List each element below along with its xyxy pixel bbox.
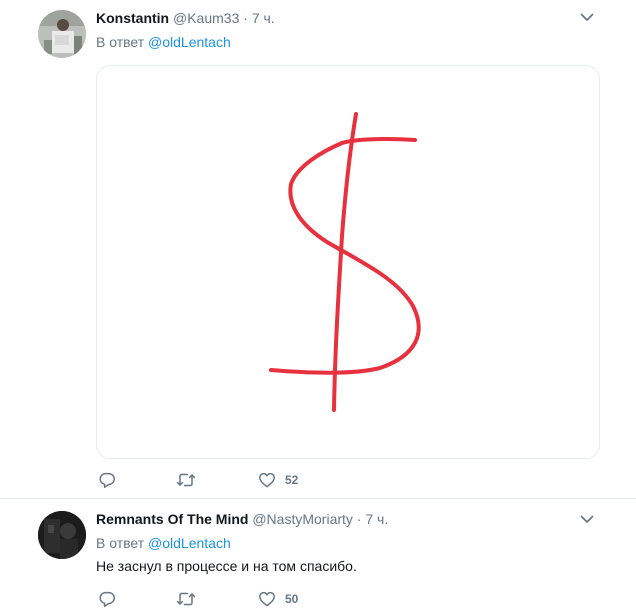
retweet-button[interactable] <box>176 589 196 609</box>
timestamp[interactable]: 7 ч. <box>252 10 275 26</box>
like-count: 52 <box>285 473 299 487</box>
heart-icon <box>259 591 275 607</box>
separator: · <box>356 511 362 527</box>
avatar[interactable] <box>38 511 86 559</box>
retweet-icon <box>176 592 196 606</box>
like-button[interactable]: 50 <box>258 589 298 609</box>
like-count: 50 <box>285 592 299 606</box>
retweet-button[interactable] <box>176 470 196 490</box>
dollar-sign-drawing <box>269 112 421 412</box>
tweet[interactable]: Remnants Of The Mind @NastyMoriarty · 7 … <box>0 498 636 616</box>
chevron-down-icon[interactable] <box>578 8 596 26</box>
reply-mention-link[interactable]: @oldLentach <box>148 34 231 50</box>
media-image[interactable] <box>96 65 600 459</box>
tweet[interactable]: Konstantin @Kaum33 · 7 ч. В ответ @oldLe… <box>0 0 636 498</box>
like-button[interactable]: 52 <box>258 470 298 490</box>
display-name[interactable]: Konstantin <box>96 10 169 26</box>
reply-icon <box>99 591 115 607</box>
reply-prefix: В ответ <box>96 34 145 50</box>
user-handle[interactable]: @Kaum33 <box>173 10 239 26</box>
reply-context: В ответ @oldLentach <box>96 534 231 552</box>
display-name[interactable]: Remnants Of The Mind <box>96 511 248 527</box>
reply-context: В ответ @oldLentach <box>96 33 231 51</box>
separator: · <box>243 10 248 26</box>
timestamp[interactable]: 7 ч. <box>365 511 388 527</box>
chevron-down-icon[interactable] <box>578 510 596 528</box>
user-handle[interactable]: @NastyMoriarty <box>252 511 353 527</box>
tweet-header: Remnants Of The Mind @NastyMoriarty · 7 … <box>96 510 388 528</box>
heart-icon <box>259 472 275 488</box>
retweet-icon <box>176 473 196 487</box>
tweet-text: Не заснул в процессе и на том спасибо. <box>96 558 357 574</box>
avatar[interactable] <box>38 10 86 58</box>
reply-prefix: В ответ <box>96 535 145 551</box>
reply-mention-link[interactable]: @oldLentach <box>148 535 231 551</box>
reply-icon <box>99 472 115 488</box>
reply-button[interactable] <box>98 470 116 490</box>
tweet-header: Konstantin @Kaum33 · 7 ч. <box>96 9 275 27</box>
reply-button[interactable] <box>98 589 116 609</box>
